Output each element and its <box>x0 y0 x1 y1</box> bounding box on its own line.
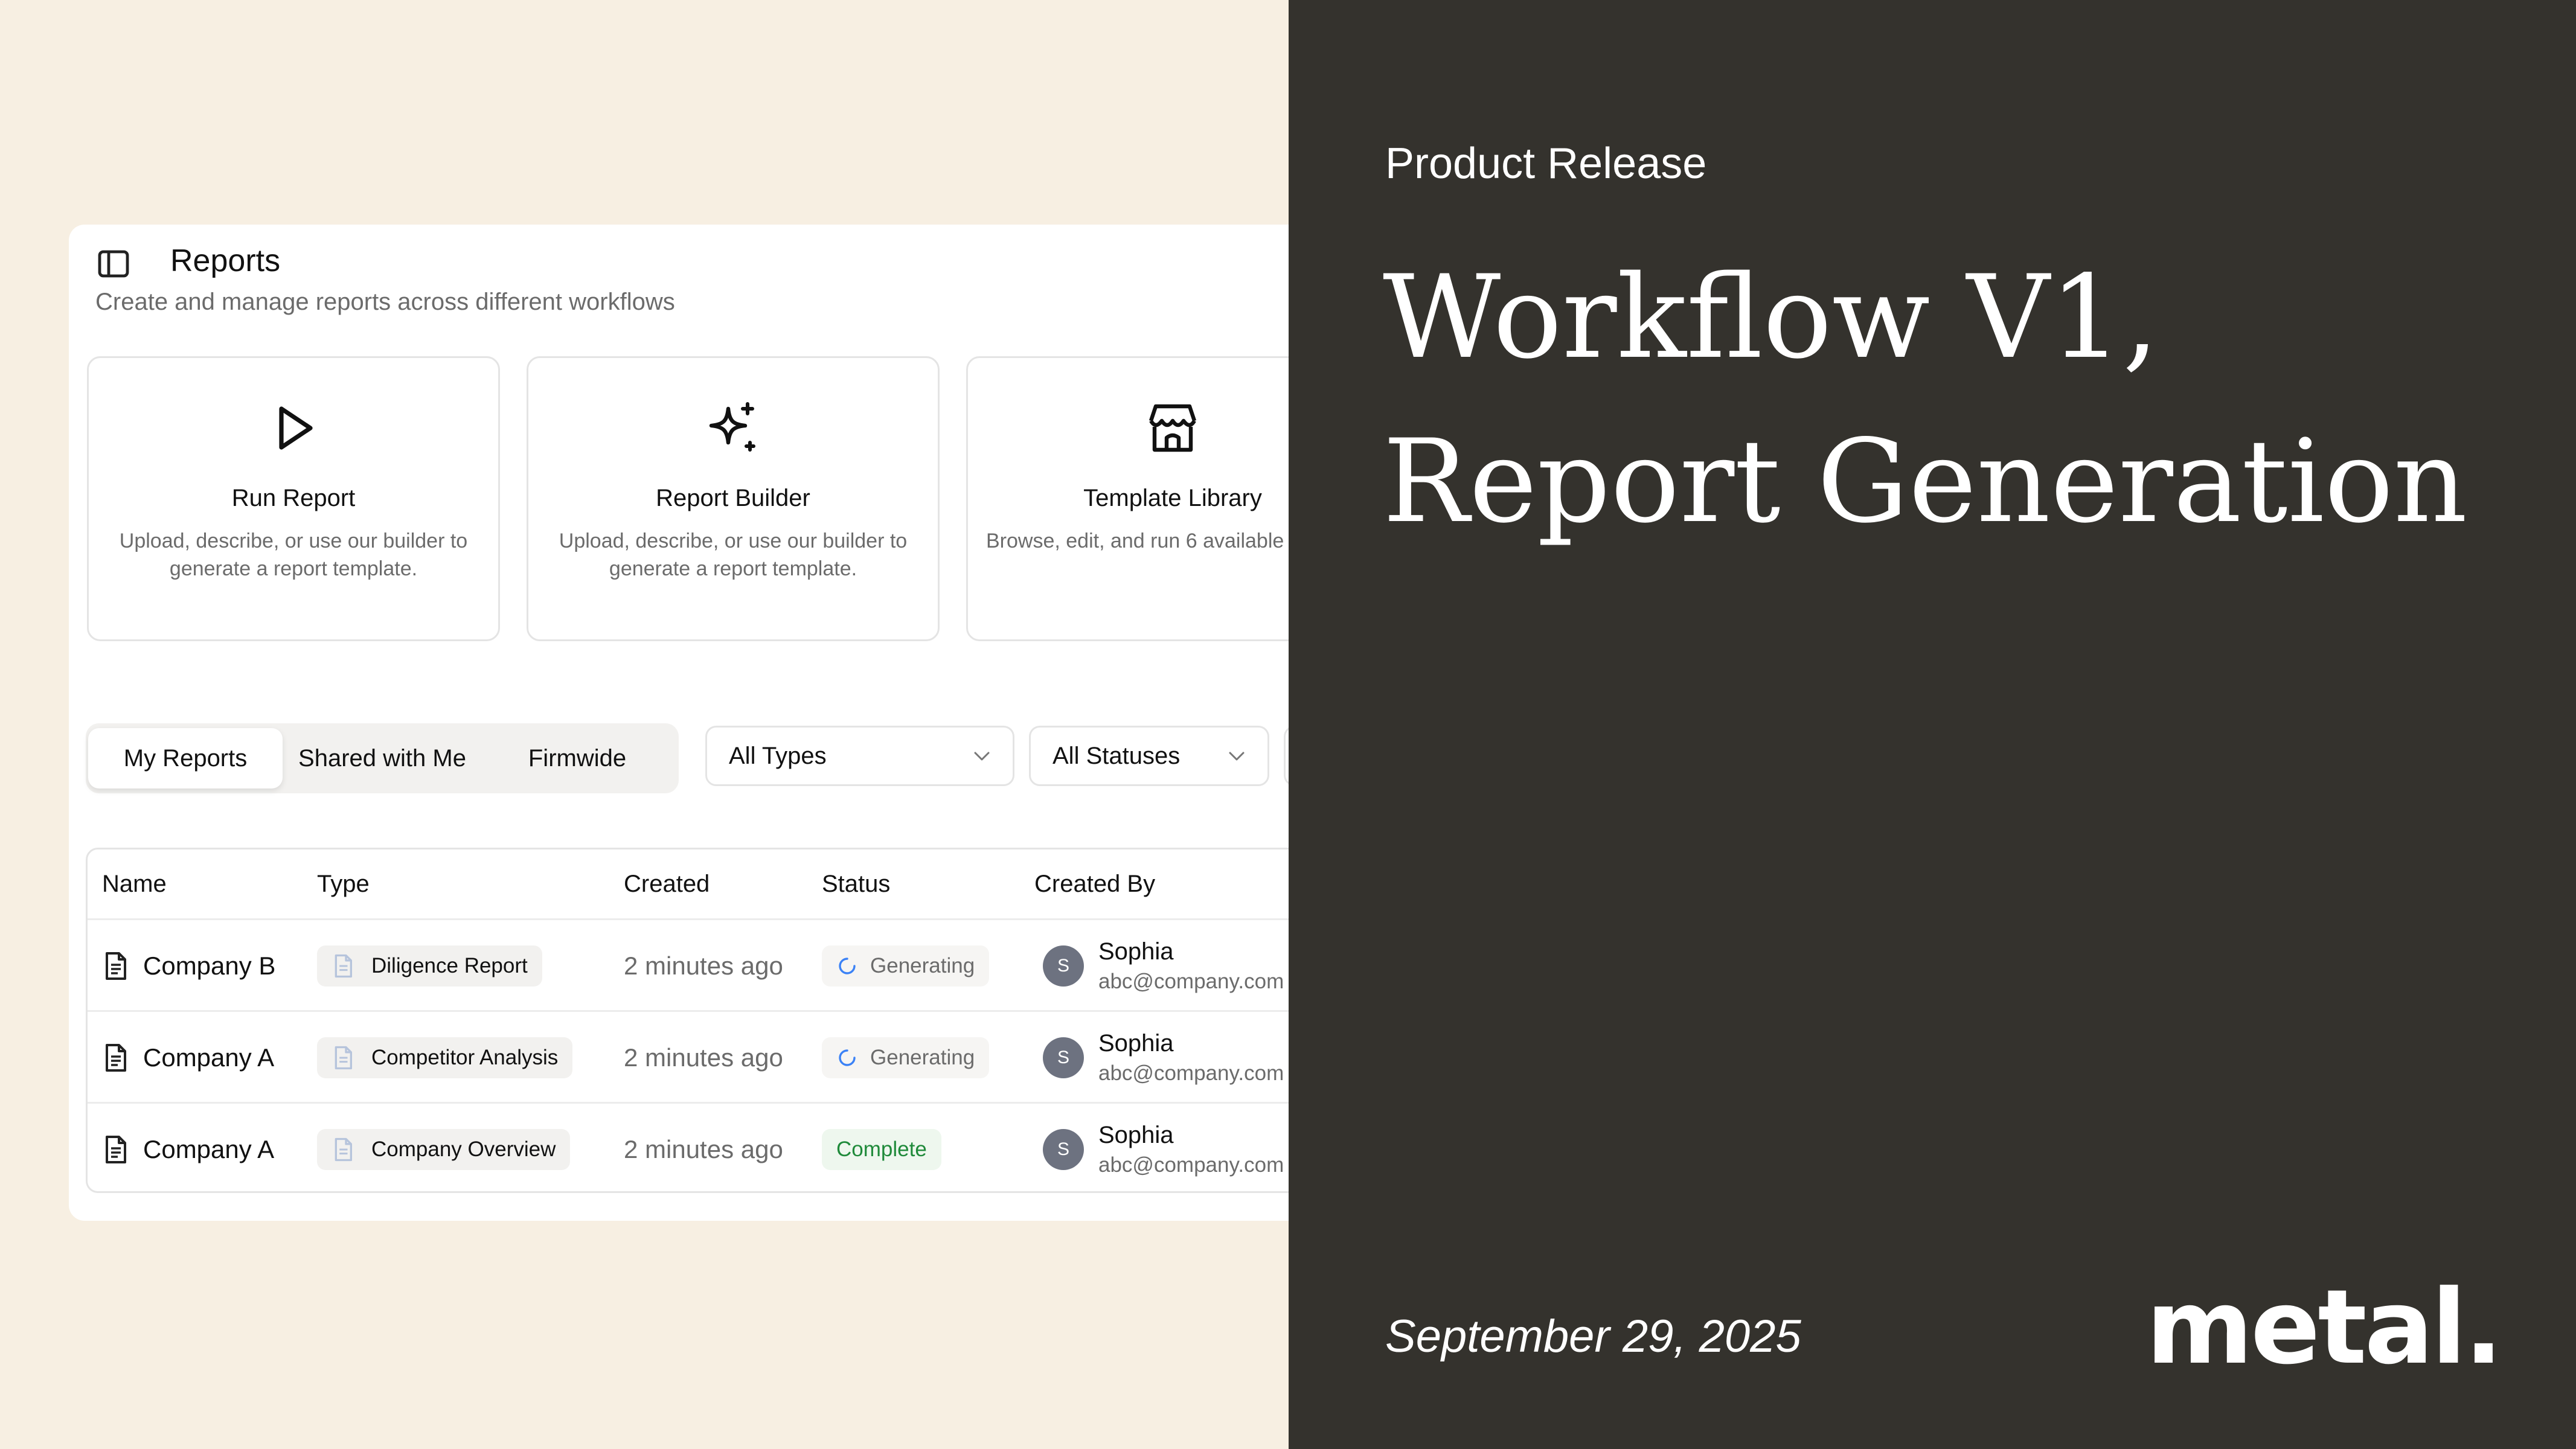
file-icon <box>335 954 352 978</box>
document-icon <box>106 1044 126 1072</box>
status-badge: Generating <box>822 945 990 987</box>
table-row[interactable]: Company A Competitor Analysis 2 minutes … <box>88 1010 1289 1102</box>
avatar: S <box>1043 945 1084 987</box>
column-header-type[interactable]: Type <box>317 849 370 918</box>
creator-email: abc@company.com <box>1098 1153 1284 1177</box>
tab-firmwide[interactable]: Firmwide <box>482 728 673 788</box>
store-icon <box>1149 404 1197 452</box>
status-label: Complete <box>836 1137 927 1161</box>
page-subtitle: Create and manage reports across differe… <box>95 289 675 315</box>
report-scope-tabs: My Reports Shared with Me Firmwide <box>86 723 679 793</box>
document-icon <box>106 952 126 980</box>
document-icon <box>106 1136 126 1163</box>
chevron-down-icon <box>1229 752 1245 761</box>
column-header-name[interactable]: Name <box>102 849 167 918</box>
file-icon <box>335 1046 352 1070</box>
template-library-title: Template Library <box>1083 485 1262 511</box>
creator-name: Sophia <box>1098 1122 1174 1148</box>
report-type-label: Competitor Analysis <box>371 1046 559 1069</box>
column-header-created-by[interactable]: Created By <box>1034 849 1155 918</box>
release-headline: Workflow V1, Report Generation <box>1383 235 2467 564</box>
reports-app-window: Reports Create and manage reports across… <box>69 225 1289 1221</box>
chevron-down-icon <box>974 752 990 761</box>
avatar: S <box>1043 1037 1084 1078</box>
report-builder-card[interactable]: Report Builder Upload, describe, or use … <box>527 356 940 641</box>
report-type-label: Company Overview <box>371 1137 556 1161</box>
report-type-badge: Competitor Analysis <box>317 1037 573 1078</box>
file-icon <box>335 1137 352 1162</box>
status-filter-select[interactable]: All Statuses <box>1029 726 1269 786</box>
status-badge: Complete <box>822 1129 941 1170</box>
column-header-status[interactable]: Status <box>822 849 890 918</box>
additional-filter-select[interactable] <box>1284 726 1289 786</box>
created-time: 2 minutes ago <box>624 1135 783 1163</box>
run-report-description: Upload, describe, or use our builder to … <box>119 529 468 580</box>
report-name[interactable]: Company B <box>143 920 275 1012</box>
sparkle-icon <box>709 402 755 452</box>
release-panel: Product Release Workflow V1, Report Gene… <box>1289 0 2576 1449</box>
report-name[interactable]: Company A <box>143 1012 274 1104</box>
headline-line-1: Workflow V1, <box>1383 251 2159 384</box>
report-type-badge: Company Overview <box>317 1129 571 1170</box>
status-badge: Generating <box>822 1037 990 1078</box>
report-builder-title: Report Builder <box>656 485 810 511</box>
column-header-created[interactable]: Created <box>624 849 710 918</box>
created-time: 2 minutes ago <box>624 952 783 980</box>
type-filter-value: All Types <box>729 743 827 769</box>
status-filter-value: All Statuses <box>1053 743 1181 769</box>
creator-name: Sophia <box>1098 938 1174 965</box>
headline-line-2: Report Generation <box>1383 415 2468 548</box>
tab-my-reports[interactable]: My Reports <box>88 728 283 788</box>
sidebar-toggle-icon[interactable] <box>98 250 129 278</box>
spinner-icon <box>839 958 856 974</box>
run-report-title: Run Report <box>231 485 356 511</box>
report-name[interactable]: Company A <box>143 1104 274 1191</box>
creator-email: abc@company.com <box>1098 970 1284 993</box>
run-report-card[interactable]: Run Report Upload, describe, or use our … <box>87 356 500 641</box>
left-panel: Reports Create and manage reports across… <box>0 0 1289 1449</box>
table-row[interactable]: Company B Diligence Report 2 minutes ago… <box>88 918 1289 1010</box>
creator-name: Sophia <box>1098 1030 1174 1057</box>
report-type-badge: Diligence Report <box>317 945 542 987</box>
report-type-label: Diligence Report <box>371 954 528 977</box>
release-eyebrow: Product Release <box>1385 139 1707 188</box>
status-label: Generating <box>870 954 975 977</box>
type-filter-select[interactable]: All Types <box>705 726 1014 786</box>
report-builder-description: Upload, describe, or use our builder to … <box>559 529 908 580</box>
play-icon <box>279 406 313 450</box>
template-library-description: Browse, edit, and run 6 available report… <box>986 529 1289 552</box>
table-row[interactable]: Company A Company Overview 2 minutes ago… <box>88 1102 1289 1191</box>
tab-shared-with-me[interactable]: Shared with Me <box>283 728 482 788</box>
metal-logo: metal. <box>2146 1268 2503 1387</box>
created-time: 2 minutes ago <box>624 1043 783 1072</box>
release-date: September 29, 2025 <box>1385 1311 1801 1362</box>
avatar: S <box>1043 1129 1084 1170</box>
page-title: Reports <box>170 243 281 278</box>
creator-email: abc@company.com <box>1098 1061 1284 1085</box>
spinner-icon <box>839 1049 856 1066</box>
template-library-card[interactable]: Template Library Browse, edit, and run 6… <box>966 356 1289 641</box>
status-label: Generating <box>870 1046 975 1069</box>
reports-table: Name Type Created Status Created By Comp… <box>86 848 1289 1193</box>
